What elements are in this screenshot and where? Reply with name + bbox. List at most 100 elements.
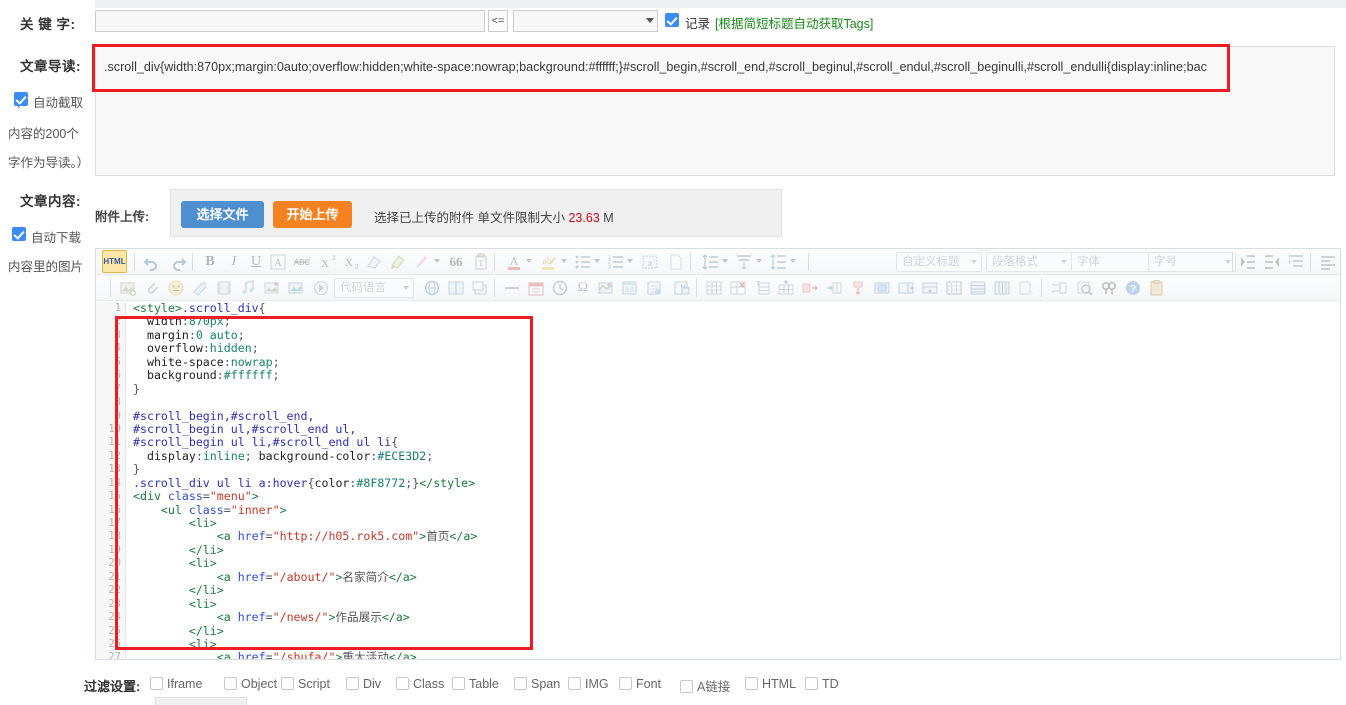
insert-table-icon[interactable] [704,278,724,298]
code-line[interactable]: <li> [126,516,1340,530]
chevron-down-icon[interactable] [434,259,440,263]
start-upload-button[interactable]: 开始上传 [273,201,352,228]
code-line[interactable]: <div class="menu"> [126,489,1340,503]
html-source-button[interactable]: HTML [102,250,127,273]
filter-option-table[interactable]: Table [452,676,499,691]
screenshot-icon[interactable] [470,278,490,298]
code-line[interactable]: display:inline; background-color:#ECE3D2… [126,449,1340,463]
webapp-icon[interactable] [422,278,442,298]
blockquote-icon[interactable]: 66 [446,252,466,272]
underline-icon[interactable]: U [246,252,266,272]
code-line[interactable]: </li> [126,543,1340,557]
code-line[interactable]: <ul class="inner"> [126,503,1340,517]
auto-download-checkbox[interactable] [12,227,26,241]
calendar-icon[interactable] [526,278,546,298]
indent-right-icon[interactable] [1238,252,1258,272]
code-line[interactable]: <li> [126,637,1340,651]
checkbox[interactable] [745,677,758,690]
superscript-icon[interactable]: X2 [317,252,337,272]
chevron-down-icon[interactable] [526,259,532,263]
custom-title-select[interactable]: 自定义标题 [896,252,982,272]
format-painter-icon[interactable] [388,252,408,272]
chevron-down-icon[interactable] [594,259,600,263]
keywords-select[interactable] [513,10,658,32]
unordered-list-icon[interactable] [573,252,593,272]
scale-icon[interactable] [1049,278,1069,298]
code-line[interactable]: #scroll_begin ul,#scroll_end ul, [126,422,1340,436]
undo-icon[interactable] [142,252,162,272]
anchor-icon[interactable]: a [640,252,660,272]
indent-icon[interactable] [1286,252,1306,272]
code-language-select[interactable]: 代码语言 [334,278,414,298]
clipboard-icon[interactable] [1147,278,1167,298]
filter-option-div[interactable]: Div [346,676,381,691]
page-template-icon[interactable] [644,278,664,298]
table-full-border-icon[interactable] [968,278,988,298]
eraser-icon[interactable] [364,252,384,272]
template-icon[interactable] [620,278,640,298]
flash-icon[interactable] [311,278,331,298]
filter-option-span[interactable]: Span [514,676,560,691]
paragraph-format-select[interactable]: 段落格式 [986,252,1072,272]
filter-option-object[interactable]: Object [224,676,277,691]
chevron-down-icon[interactable] [561,259,567,263]
checkbox[interactable] [568,677,581,690]
video-icon[interactable] [214,278,234,298]
split-vertical-icon[interactable] [920,278,940,298]
vertical-align-icon[interactable] [768,252,788,272]
split-horizontal-icon[interactable] [896,278,916,298]
choose-file-button[interactable]: 选择文件 [181,201,264,228]
chevron-down-icon[interactable] [790,259,796,263]
code-line[interactable]: #scroll_begin,#scroll_end, [126,409,1340,423]
code-line[interactable]: </li> [126,583,1340,597]
record-checkbox[interactable] [665,13,679,27]
keywords-input[interactable] [95,10,485,32]
insert-col-left-icon[interactable] [800,278,820,298]
filter-option-a[interactable]: A链接 [680,676,730,695]
insert-image-icon[interactable] [118,278,138,298]
checkbox[interactable] [396,677,409,690]
checkbox[interactable] [346,677,359,690]
table-columns-icon[interactable] [992,278,1012,298]
code-content[interactable]: <style>.scroll_div{ width:870px; margin:… [126,302,1340,659]
music-icon[interactable] [238,278,258,298]
subscript-icon[interactable]: X2 [341,252,361,272]
checkbox[interactable] [452,677,465,690]
filter-option-img[interactable]: IMG [568,676,609,691]
align-left-icon[interactable] [1318,252,1338,272]
code-line[interactable]: <style>.scroll_div{ [126,302,1340,315]
time-icon[interactable] [550,278,570,298]
summary-textarea[interactable]: .scroll_div{width:870px;margin:0auto;ove… [95,46,1335,176]
font-color-icon[interactable]: A [504,252,524,272]
italic-icon[interactable]: I [224,252,244,272]
filter-option-td[interactable]: TD [805,676,839,691]
filter-option-html[interactable]: HTML [745,676,796,691]
merge-cells-icon[interactable] [872,278,892,298]
background-icon[interactable] [190,278,210,298]
code-line[interactable]: background:#ffffff; [126,368,1340,382]
code-line[interactable]: <li> [126,597,1340,611]
code-line[interactable]: #scroll_begin ul li,#scroll_end ul li{ [126,436,1340,449]
code-line[interactable]: <a href="/news/">作品展示</a> [126,610,1340,624]
keywords-le-button[interactable]: <= [488,10,508,32]
code-line[interactable] [126,396,1340,409]
paragraph-spacing-icon[interactable] [734,252,754,272]
help-icon[interactable]: ? [1123,278,1143,298]
attachment-icon[interactable] [142,278,162,298]
omega-special-char-icon[interactable]: Ω [573,278,593,298]
filter-option-font[interactable]: Font [619,676,661,691]
delete-table-icon[interactable] [728,278,748,298]
code-line[interactable]: <a href="/shufa/">重大活动</a> [126,651,1340,659]
checkbox[interactable] [680,680,693,693]
code-line[interactable]: overflow:hidden; [126,342,1340,355]
code-line[interactable]: white-space:nowrap; [126,355,1340,369]
font-size-select[interactable]: 字号 [1148,252,1236,272]
ordered-list-icon[interactable]: 123 [606,252,626,272]
checkbox[interactable] [150,677,163,690]
merge-down-icon[interactable] [848,278,868,298]
checkbox[interactable] [514,677,527,690]
code-line[interactable]: </li> [126,624,1340,638]
word-import-icon[interactable]: W [672,278,692,298]
search-replace-icon[interactable] [1075,278,1095,298]
filter-option-class[interactable]: Class [396,676,444,691]
